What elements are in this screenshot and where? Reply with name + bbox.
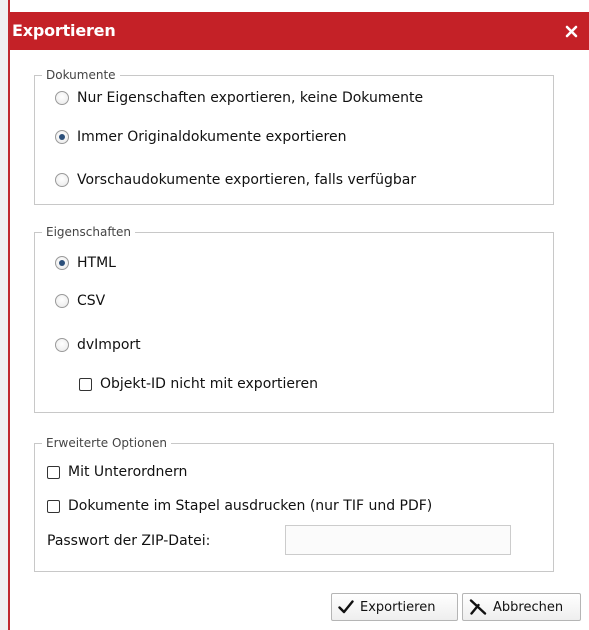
radio-option-dvimport[interactable]: dvImport [55, 337, 141, 353]
export-button[interactable]: Exportieren [331, 593, 458, 621]
radio-button[interactable] [55, 338, 69, 352]
checkbox-label: Mit Unterordnern [68, 464, 188, 480]
checkmark-icon [338, 600, 354, 614]
dialog-titlebar[interactable]: Exportieren [10, 12, 589, 50]
radio-label: dvImport [77, 337, 141, 353]
radio-button[interactable] [55, 130, 69, 144]
radio-label: HTML [77, 255, 116, 271]
checkbox-exclude-object-id[interactable]: Objekt-ID nicht mit exportieren [79, 376, 318, 392]
export-dialog: Exportieren Dokumente Nur Eigenschaften … [10, 12, 589, 630]
radio-option-html[interactable]: HTML [55, 255, 116, 271]
documents-legend: Dokumente [46, 68, 116, 82]
radio-label: Vorschaudokumente exportieren, falls ver… [77, 172, 417, 188]
radio-label: CSV [77, 293, 106, 309]
close-icon [565, 25, 577, 37]
close-button[interactable] [553, 12, 589, 50]
radio-option-preview-documents[interactable]: Vorschaudokumente exportieren, falls ver… [55, 172, 416, 188]
zip-password-input[interactable] [285, 525, 511, 555]
radio-label: Nur Eigenschaften exportieren, keine Dok… [77, 90, 424, 106]
checkbox[interactable] [79, 377, 92, 391]
radio-button[interactable] [55, 91, 69, 105]
radio-button[interactable] [55, 256, 69, 270]
checkbox[interactable] [47, 465, 60, 479]
radio-button[interactable] [55, 294, 69, 308]
checkbox-batch-print[interactable]: Dokumente im Stapel ausdrucken (nur TIF … [47, 498, 432, 514]
properties-legend: Eigenschaften [46, 225, 132, 239]
radio-option-original-documents[interactable]: Immer Originaldokumente exportieren [55, 129, 346, 145]
advanced-options-legend: Erweiterte Optionen [46, 436, 168, 450]
checkbox[interactable] [47, 499, 60, 513]
checkbox-label: Dokumente im Stapel ausdrucken (nur TIF … [68, 498, 433, 514]
dialog-title: Exportieren [12, 21, 116, 40]
cancel-button-label: Abbrechen [493, 599, 564, 615]
radio-label: Immer Originaldokumente exportieren [77, 129, 347, 145]
export-button-label: Exportieren [360, 599, 436, 615]
radio-option-properties-only[interactable]: Nur Eigenschaften exportieren, keine Dok… [55, 90, 423, 106]
cross-icon [469, 599, 487, 615]
checkbox-subfolders[interactable]: Mit Unterordnern [47, 464, 187, 480]
cancel-button[interactable]: Abbrechen [462, 593, 581, 621]
zip-password-label: Passwort der ZIP-Datei: [47, 533, 211, 549]
radio-button[interactable] [55, 173, 69, 187]
checkbox-label: Objekt-ID nicht mit exportieren [100, 376, 318, 392]
radio-option-csv[interactable]: CSV [55, 293, 105, 309]
